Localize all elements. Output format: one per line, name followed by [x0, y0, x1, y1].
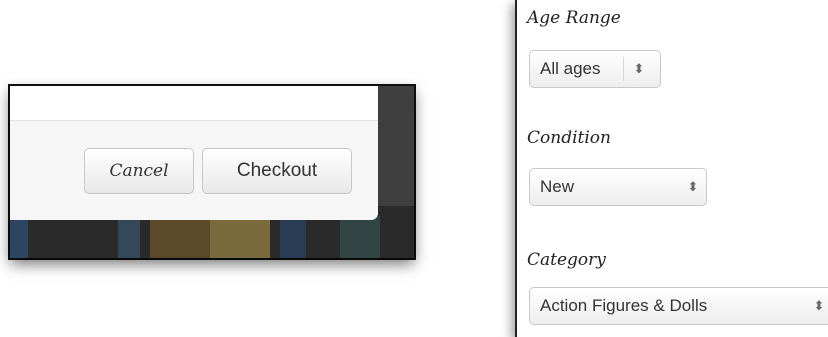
- select-divider: [623, 57, 624, 81]
- backdrop-image: [150, 216, 210, 258]
- checkout-modal-screenshot: Cancel Checkout: [10, 86, 414, 258]
- condition-label: Condition: [527, 128, 611, 148]
- select-arrows-icon: ⬍: [687, 179, 699, 194]
- age-range-label: Age Range: [527, 8, 621, 28]
- category-label: Category: [527, 250, 606, 270]
- category-select[interactable]: Action Figures & Dolls ⬍: [529, 287, 828, 325]
- cancel-button[interactable]: Cancel: [84, 148, 194, 194]
- modal-body: [10, 86, 378, 120]
- checkout-modal: Cancel Checkout: [10, 86, 378, 220]
- backdrop-image: [118, 216, 140, 258]
- filter-sidebar: Age Range All ages ⬍ Condition New ⬍ Cat…: [515, 0, 828, 337]
- backdrop-image: [280, 216, 306, 258]
- condition-value: New: [540, 177, 575, 196]
- select-arrows-icon: ⬍: [633, 61, 645, 76]
- select-arrows-icon: ⬍: [813, 298, 825, 313]
- backdrop-image: [10, 216, 28, 258]
- category-value: Action Figures & Dolls: [540, 296, 708, 315]
- condition-select[interactable]: New ⬍: [529, 168, 707, 206]
- backdrop-image: [210, 216, 270, 258]
- backdrop-image: [340, 216, 380, 258]
- age-range-select[interactable]: All ages ⬍: [529, 50, 661, 88]
- checkout-button[interactable]: Checkout: [202, 148, 352, 194]
- age-range-value: All ages: [540, 59, 601, 78]
